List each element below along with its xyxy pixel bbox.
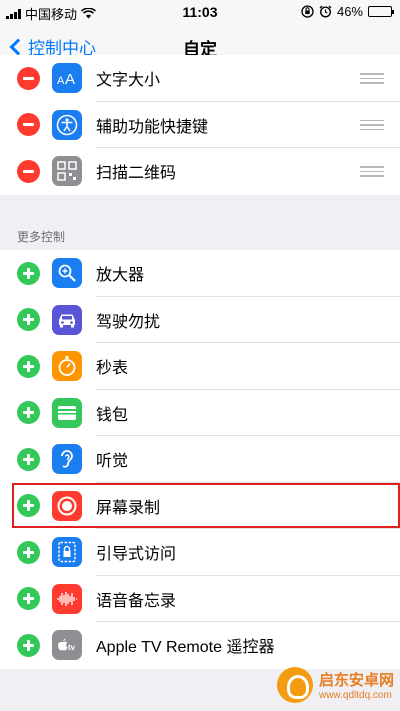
list-item: 引导式访问 [0,529,400,576]
watermark-logo-icon [276,667,313,703]
status-right: 46% [301,4,394,19]
text-size-icon: AA [52,63,82,94]
reorder-handle[interactable] [360,119,384,131]
remove-button[interactable] [17,113,40,137]
list-item: 屏幕录制 [0,483,400,529]
add-button[interactable] [17,494,40,518]
control-label: 钱包 [96,406,129,424]
list-item: 听觉 [0,436,400,483]
battery-icon [368,6,394,17]
status-bar: 中国移动 11:03 46% [0,0,400,22]
list-item: AA 文字大小 [0,55,400,102]
control-label: 驾驶勿扰 [96,313,161,331]
wallet-icon [52,397,82,428]
qr-code-icon [52,156,82,187]
magnifier-icon [52,258,82,289]
list-item: 语音备忘录 [0,576,400,622]
control-label: 屏幕录制 [96,499,161,517]
svg-text:A: A [65,71,75,86]
list-item: 放大器 [0,250,400,297]
add-button[interactable] [17,540,40,564]
control-label: 放大器 [96,267,145,285]
alarm-icon [319,5,332,18]
control-label: 引导式访问 [96,546,177,564]
add-button[interactable] [17,587,40,611]
accessibility-icon [52,109,82,140]
control-label: 扫描二维码 [96,165,177,183]
add-button[interactable] [17,401,40,425]
add-button[interactable] [17,633,40,657]
more-controls-list: 放大器 驾驶勿扰 秒表 钱包 听觉 屏幕录制 引导式访问 语音备忘录 tv Ap… [0,250,400,669]
list-item: 扫描二维码 [0,148,400,195]
control-label: 语音备忘录 [96,592,177,610]
orientation-lock-icon [301,5,314,18]
list-item: 辅助功能快捷键 [0,102,400,148]
reorder-handle[interactable] [360,73,384,84]
control-label: 秒表 [96,360,129,378]
list-item: tv Apple TV Remote 遥控器 [0,622,400,669]
screen-record-icon [52,490,82,521]
control-label: Apple TV Remote 遥控器 [96,639,275,657]
included-controls-list: AA 文字大小 辅助功能快捷键 扫描二维码 [0,55,400,195]
svg-text:tv: tv [68,643,76,652]
add-button[interactable] [17,308,40,332]
stopwatch-icon [52,351,82,382]
apple-tv-icon: tv [52,630,82,661]
control-label: 听觉 [96,453,129,471]
add-button[interactable] [17,447,40,471]
guided-access-icon [52,537,82,568]
ear-icon [52,444,82,475]
car-icon [52,304,82,335]
add-button[interactable] [17,354,40,378]
watermark-url: www.qdltdq.com [318,690,392,701]
control-label: 辅助功能快捷键 [96,118,209,136]
watermark-name: 启东安卓网 [318,672,394,689]
list-item: 钱包 [0,390,400,436]
svg-text:A: A [57,75,65,86]
voice-memo-icon [52,583,82,614]
list-item: 秒表 [0,343,400,390]
section-header: 更多控制 [17,230,66,244]
reorder-handle[interactable] [360,166,384,177]
control-label: 文字大小 [96,72,161,90]
list-item: 驾驶勿扰 [0,297,400,343]
watermark: 启东安卓网 www.qdltdq.com [276,667,394,703]
add-button[interactable] [17,261,40,285]
remove-button[interactable] [17,159,40,183]
remove-button[interactable] [17,66,40,90]
battery-percent: 46% [336,4,363,19]
